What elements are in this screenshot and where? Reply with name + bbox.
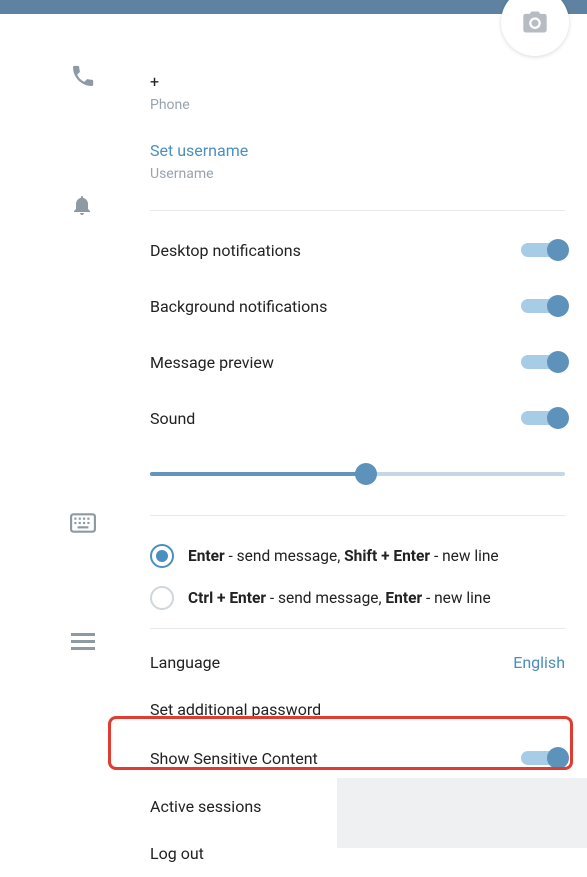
header-bar	[0, 0, 587, 14]
desktop-notifications-label: Desktop notifications	[150, 241, 301, 260]
divider	[150, 210, 565, 211]
background-notifications-label: Background notifications	[150, 297, 327, 316]
background-notifications-toggle[interactable]	[521, 295, 565, 317]
send-enter-label: Enter - send message, Shift + Enter - ne…	[188, 547, 499, 565]
divider	[150, 515, 565, 516]
sensitive-content-label: Show Sensitive Content	[150, 749, 318, 768]
menu-icon	[71, 631, 95, 655]
volume-slider[interactable]	[150, 463, 565, 485]
camera-icon	[521, 8, 549, 36]
preview-panel-corner	[337, 778, 587, 848]
additional-password-label: Set additional password	[150, 700, 321, 719]
divider	[150, 628, 565, 629]
phone-icon	[70, 63, 96, 93]
additional-password-row[interactable]: Set additional password	[150, 686, 565, 733]
set-username-link[interactable]: Set username	[150, 141, 565, 160]
phone-value[interactable]: +	[150, 72, 565, 91]
language-row[interactable]: Language English	[150, 639, 565, 686]
radio-icon	[150, 544, 174, 568]
sound-toggle[interactable]	[521, 407, 565, 429]
language-label: Language	[150, 653, 220, 672]
message-preview-label: Message preview	[150, 353, 274, 372]
send-ctrl-enter-label: Ctrl + Enter - send message, Enter - new…	[188, 589, 491, 607]
sensitive-content-toggle[interactable]	[521, 747, 565, 769]
send-ctrl-enter-radio[interactable]: Ctrl + Enter - send message, Enter - new…	[150, 586, 565, 610]
username-label: Username	[150, 166, 565, 182]
keyboard-icon	[70, 513, 96, 537]
message-preview-toggle[interactable]	[521, 351, 565, 373]
desktop-notifications-toggle[interactable]	[521, 239, 565, 261]
active-sessions-label: Active sessions	[150, 797, 261, 816]
logout-label: Log out	[150, 844, 204, 863]
bell-icon	[70, 193, 94, 221]
language-value: English	[513, 653, 565, 672]
sound-label: Sound	[150, 409, 195, 428]
radio-icon	[150, 586, 174, 610]
phone-label: Phone	[150, 97, 565, 113]
send-enter-radio[interactable]: Enter - send message, Shift + Enter - ne…	[150, 544, 565, 568]
sensitive-content-row[interactable]: Show Sensitive Content	[150, 733, 565, 783]
